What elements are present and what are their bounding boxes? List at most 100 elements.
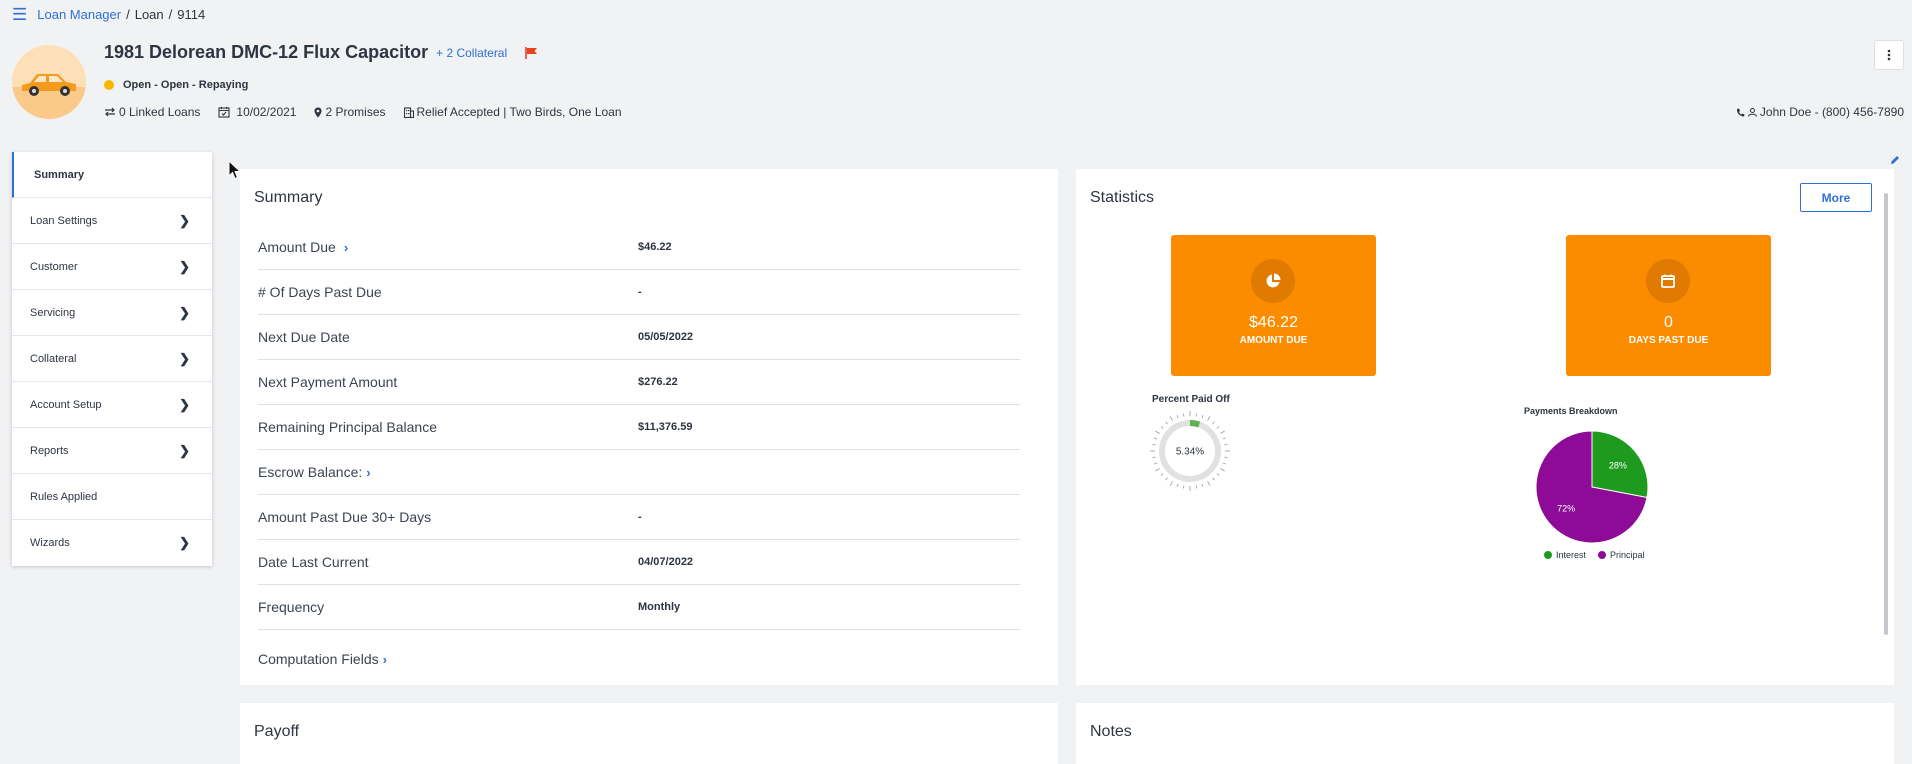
sidebar-item-label: Reports xyxy=(30,444,69,457)
legend-dot xyxy=(1544,551,1552,559)
sidebar-item-reports[interactable]: Reports ❯ xyxy=(12,428,212,474)
sidebar-item-customer[interactable]: Customer ❯ xyxy=(12,244,212,290)
gauge-tick xyxy=(1169,481,1173,486)
gauge-tick xyxy=(1152,456,1156,458)
percent-paid-off-value: 5.34% xyxy=(1176,447,1204,458)
edit-pencil-icon[interactable] xyxy=(1890,152,1900,170)
sidebar-item-summary[interactable]: Summary xyxy=(12,152,212,198)
gauge-tick xyxy=(1176,415,1179,419)
loan-avatar xyxy=(12,45,86,119)
breadcrumb-loan[interactable]: Loan xyxy=(135,7,164,22)
gauge-tick xyxy=(1216,426,1220,429)
row-label: Escrow Balance: xyxy=(258,464,363,480)
pie-chart-icon xyxy=(1251,259,1295,303)
gauge-tick xyxy=(1224,444,1228,446)
gauge-tick xyxy=(1207,416,1211,421)
promises[interactable]: 2 Promises xyxy=(314,105,386,119)
gauge-tick xyxy=(1207,481,1211,486)
legend-label: Interest xyxy=(1556,550,1587,560)
loan-meta-row: 0 Linked Loans 10/02/2021 2 Promises Rel… xyxy=(104,105,640,119)
gauge-tick xyxy=(1183,485,1185,489)
status-dot xyxy=(104,80,114,90)
sidebar-item-loan-settings[interactable]: Loan Settings ❯ xyxy=(12,198,212,244)
more-button[interactable]: More xyxy=(1800,183,1872,212)
gauge-tick xyxy=(1152,444,1156,446)
payoff-title: Payoff xyxy=(254,723,300,740)
loan-title: 1981 Delorean DMC-12 Flux Capacitor xyxy=(104,42,429,62)
sidebar-item-account-setup[interactable]: Account Setup ❯ xyxy=(12,382,212,428)
days-past-due-tile: 0 DAYS PAST DUE xyxy=(1566,235,1771,376)
row-label: # Of Days Past Due xyxy=(258,284,382,300)
row-value: Monthly xyxy=(638,601,681,613)
phone-icon xyxy=(1736,108,1745,116)
map-pin-icon xyxy=(314,107,322,117)
gauge-tick xyxy=(1165,477,1168,481)
sidebar-item-label: Collateral xyxy=(30,352,77,365)
stat-label: AMOUNT DUE xyxy=(1239,335,1308,346)
hamburger-menu-icon[interactable]: ☰ xyxy=(12,6,27,23)
gauge-progress-arc xyxy=(1189,420,1201,428)
gauge-tick xyxy=(1220,468,1225,472)
scrollbar[interactable] xyxy=(1884,193,1888,635)
pie-label-interest: 28% xyxy=(1609,461,1627,471)
legend-item-principal[interactable]: Principal xyxy=(1598,550,1645,560)
sidebar-item-rules-applied[interactable]: Rules Applied xyxy=(12,474,212,520)
gauge-tick xyxy=(1195,413,1197,417)
sidebar-item-wizards[interactable]: Wizards ❯ xyxy=(12,520,212,566)
summary-row-escrow-balance: Escrow Balance: › xyxy=(258,450,1020,495)
payments-breakdown-pie: 28% 72% xyxy=(1535,430,1649,544)
sidebar-item-label: Account Setup xyxy=(30,398,102,411)
sidebar-item-label: Summary xyxy=(34,168,85,181)
summary-row-next-payment: Next Payment Amount $276.22 xyxy=(258,360,1020,405)
kebab-menu-icon xyxy=(1887,49,1891,61)
breadcrumb-loan-manager[interactable]: Loan Manager xyxy=(37,7,121,22)
chevron-right-icon: ❯ xyxy=(179,304,190,320)
relief-status[interactable]: Relief Accepted | Two Birds, One Loan xyxy=(403,105,622,119)
summary-row-past-due-30: Amount Past Due 30+ Days - xyxy=(258,495,1020,540)
sidebar: Summary Loan Settings ❯ Customer ❯ Servi… xyxy=(12,152,212,566)
breadcrumb-loan-id: 9114 xyxy=(177,7,206,22)
gauge-tick xyxy=(1201,415,1204,419)
sidebar-item-label: Servicing xyxy=(30,306,76,319)
stat-label: DAYS PAST DUE xyxy=(1628,335,1709,346)
collateral-link[interactable]: + 2 Collateral xyxy=(436,46,507,60)
gauge-tick xyxy=(1155,468,1160,472)
swap-arrows-icon xyxy=(105,107,115,117)
chevron-right-icon[interactable]: › xyxy=(366,465,370,480)
calendar-icon xyxy=(1646,259,1690,303)
computation-fields-label: Computation Fields xyxy=(258,651,379,667)
sidebar-item-collateral[interactable]: Collateral ❯ xyxy=(12,336,212,382)
computation-fields-link[interactable]: Computation Fields › xyxy=(258,651,387,667)
row-label: Frequency xyxy=(258,599,325,615)
row-value: $276.22 xyxy=(638,376,678,388)
notes-title: Notes xyxy=(1090,723,1132,740)
payoff-card: Payoff xyxy=(240,703,1058,764)
row-value: - xyxy=(638,286,642,298)
loan-date-label: 10/02/2021 xyxy=(236,105,297,119)
linked-loans[interactable]: 0 Linked Loans xyxy=(104,105,200,119)
loan-title-row: 1981 Delorean DMC-12 Flux Capacitor + 2 … xyxy=(104,42,538,63)
stat-value: $46.22 xyxy=(1249,314,1298,331)
chevron-right-icon[interactable]: › xyxy=(344,240,348,255)
primary-contact[interactable]: John Doe - (800) 456-7890 xyxy=(1736,105,1904,119)
gauge-tick xyxy=(1220,430,1225,434)
gauge-tick xyxy=(1224,456,1228,458)
gauge-tick xyxy=(1160,426,1164,429)
gauge-tick xyxy=(1165,421,1168,425)
gauge-tick xyxy=(1222,462,1226,465)
sidebar-item-label: Customer xyxy=(30,260,78,273)
sidebar-item-servicing[interactable]: Servicing ❯ xyxy=(12,290,212,336)
summary-row-frequency: Frequency Monthly xyxy=(258,585,1020,630)
sidebar-item-label: Wizards xyxy=(30,537,70,549)
breadcrumb-separator: / xyxy=(126,7,130,22)
more-actions-button[interactable] xyxy=(1874,40,1904,70)
legend-item-interest[interactable]: Interest xyxy=(1544,550,1586,560)
percent-paid-off-label: Percent Paid Off xyxy=(1152,394,1230,405)
row-label: Amount Past Due 30+ Days xyxy=(258,509,432,525)
pie-label-principal: 72% xyxy=(1557,503,1575,513)
summary-row-next-due-date: Next Due Date 05/05/2022 xyxy=(258,315,1020,360)
notes-card: Notes xyxy=(1076,703,1894,764)
gauge-tick xyxy=(1222,437,1226,440)
flag-icon[interactable] xyxy=(525,46,538,59)
gauge-tick xyxy=(1154,437,1158,440)
